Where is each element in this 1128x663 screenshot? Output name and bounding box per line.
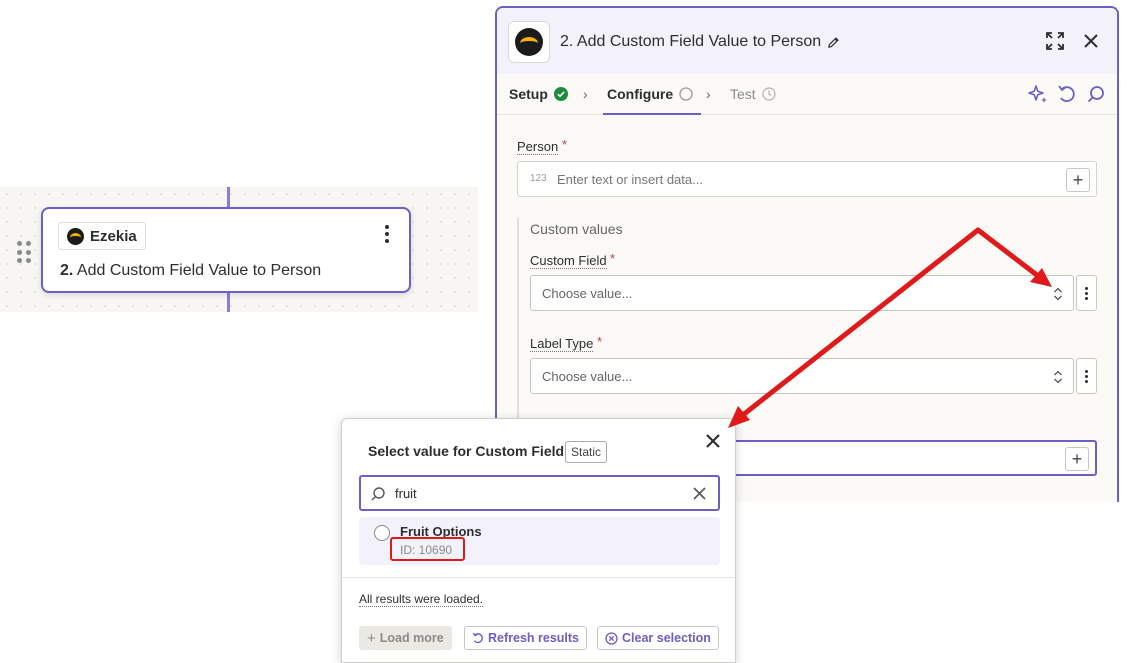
step-card[interactable]: Ezekia 2. Add Custom Field Value to Pers… bbox=[41, 207, 411, 293]
divider bbox=[342, 577, 735, 578]
app-name: Ezekia bbox=[90, 227, 137, 245]
load-more-label: Load more bbox=[379, 631, 444, 645]
insert-data-plus-icon[interactable]: + bbox=[1066, 168, 1090, 192]
popover-title: Select value for Custom Field bbox=[368, 443, 565, 459]
search-value: fruit bbox=[395, 486, 417, 501]
load-more-button[interactable]: + Load more bbox=[359, 626, 452, 650]
required-asterisk: * bbox=[562, 137, 568, 152]
clear-label: Clear selection bbox=[622, 631, 711, 645]
undo-icon[interactable] bbox=[1056, 83, 1078, 105]
select-value-popover: Select value for Custom Field Static fru… bbox=[341, 418, 736, 663]
step-tabs: Setup › Configure › Test bbox=[497, 74, 1117, 115]
plus-icon: + bbox=[367, 629, 376, 647]
person-label: Person bbox=[517, 139, 559, 155]
clock-icon bbox=[762, 87, 776, 101]
close-icon[interactable] bbox=[1080, 30, 1102, 52]
radio-button[interactable] bbox=[374, 525, 390, 541]
app-chip: Ezekia bbox=[58, 222, 146, 250]
pending-circle-icon bbox=[679, 87, 693, 101]
number-type-icon: 123 bbox=[530, 173, 547, 184]
tab-configure-label: Configure bbox=[607, 86, 674, 102]
clear-search-icon[interactable] bbox=[693, 487, 706, 500]
required-asterisk: * bbox=[597, 334, 603, 349]
tab-test-label: Test bbox=[730, 86, 756, 102]
tab-setup-label: Setup bbox=[509, 86, 548, 102]
step-number: 2. bbox=[60, 262, 74, 279]
ezekia-logo-icon bbox=[67, 227, 84, 245]
results-status: All results were loaded. bbox=[359, 592, 484, 607]
field-options-icon[interactable] bbox=[1076, 275, 1097, 311]
more-options-icon[interactable] bbox=[385, 225, 391, 243]
connector-line-bottom bbox=[227, 293, 230, 312]
person-placeholder: Enter text or insert data... bbox=[557, 172, 703, 187]
ezekia-logo-icon bbox=[515, 28, 543, 56]
label-type-select[interactable]: Choose value... bbox=[530, 358, 1074, 394]
app-logo bbox=[508, 21, 550, 63]
panel-header: 2. Add Custom Field Value to Person bbox=[497, 8, 1117, 74]
ai-sparkle-icon[interactable] bbox=[1027, 83, 1049, 105]
custom-field-select[interactable]: Choose value... bbox=[530, 275, 1074, 311]
custom-field-placeholder: Choose value... bbox=[542, 285, 633, 301]
label-type-placeholder: Choose value... bbox=[542, 368, 633, 384]
panel-title-text: 2. Add Custom Field Value to Person bbox=[560, 33, 822, 50]
pencil-icon[interactable] bbox=[827, 36, 840, 49]
updown-chevron-icon bbox=[1054, 370, 1062, 384]
custom-values-title: Custom values bbox=[530, 221, 623, 237]
tab-test[interactable]: Test bbox=[730, 74, 776, 114]
clear-circle-icon bbox=[605, 631, 618, 645]
insert-data-plus-icon[interactable]: + bbox=[1065, 447, 1089, 471]
step-card-title: 2. Add Custom Field Value to Person bbox=[60, 262, 321, 280]
refresh-results-button[interactable]: Refresh results bbox=[464, 626, 588, 650]
label-type-label: Label Type bbox=[530, 336, 594, 352]
annotation-highlight-box bbox=[390, 537, 465, 561]
check-circle-icon bbox=[553, 87, 568, 101]
panel-title[interactable]: 2. Add Custom Field Value to Person bbox=[560, 33, 840, 51]
step-title: Add Custom Field Value to Person bbox=[76, 262, 322, 279]
tab-setup[interactable]: Setup bbox=[509, 74, 568, 114]
clear-selection-button[interactable]: Clear selection bbox=[597, 626, 719, 650]
refresh-label: Refresh results bbox=[488, 631, 580, 645]
expand-icon[interactable] bbox=[1044, 30, 1066, 52]
required-asterisk: * bbox=[610, 251, 616, 266]
drag-handle-icon[interactable] bbox=[17, 241, 33, 265]
chevron-right-icon: › bbox=[706, 86, 711, 102]
value-input[interactable]: + bbox=[732, 440, 1097, 476]
close-icon[interactable] bbox=[705, 433, 721, 449]
updown-chevron-icon bbox=[1054, 287, 1062, 301]
field-options-icon[interactable] bbox=[1076, 358, 1097, 394]
refresh-icon bbox=[472, 632, 483, 644]
custom-field-label: Custom Field bbox=[530, 253, 607, 269]
person-input[interactable]: 123 Enter text or insert data... + bbox=[517, 161, 1097, 197]
connector-line-top bbox=[227, 187, 230, 207]
search-icon bbox=[371, 487, 385, 501]
tab-configure[interactable]: Configure bbox=[602, 74, 702, 115]
chevron-right-icon: › bbox=[583, 86, 588, 102]
static-badge: Static bbox=[565, 441, 608, 463]
list-item[interactable]: Fruit Options ID: 10690 bbox=[359, 517, 720, 565]
search-input[interactable]: fruit bbox=[359, 475, 720, 511]
search-icon[interactable] bbox=[1085, 83, 1107, 105]
